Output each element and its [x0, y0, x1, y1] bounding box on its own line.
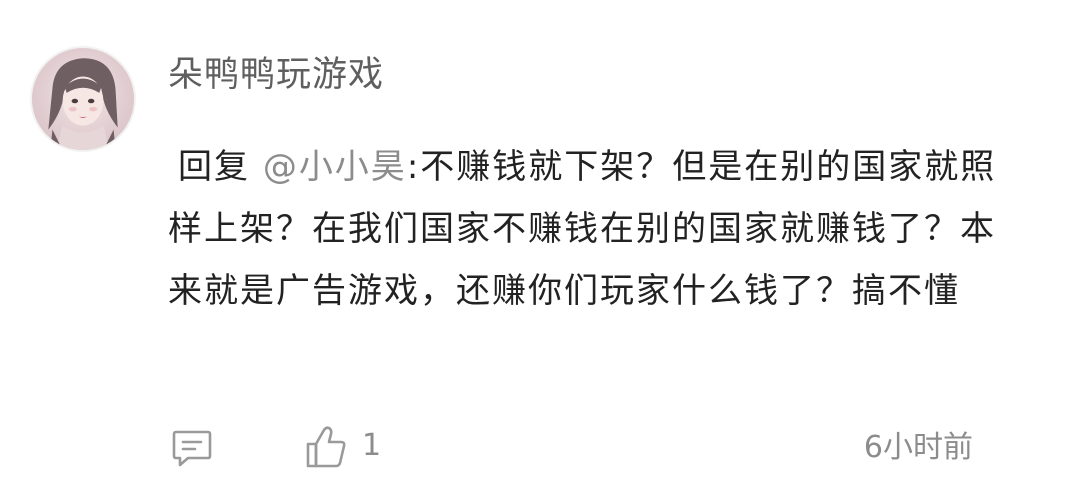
comment-actions: 1 6小时前 [0, 418, 1065, 478]
username[interactable]: 朵鸭鸭玩游戏 [168, 50, 384, 100]
like-count: 1 [362, 428, 382, 463]
thumbs-up-icon [306, 426, 346, 468]
reply-button[interactable] [170, 426, 214, 470]
comment-body: 回复 @小小昊:不赚钱就下架？但是在别的国家就照样上架？在我们国家不赚钱在别的国… [168, 136, 1028, 322]
comment-bubble-icon [172, 430, 212, 467]
like-button[interactable] [304, 424, 348, 470]
avatar[interactable] [30, 46, 136, 152]
reply-prefix: 回复 [178, 147, 263, 187]
mention-link[interactable]: @小小昊 [263, 147, 407, 187]
timestamp: 6小时前 [863, 430, 973, 465]
comment-item: 朵鸭鸭玩游戏 回复 @小小昊:不赚钱就下架？但是在别的国家就照样上架？在我们国家… [0, 0, 1065, 482]
avatar-image [32, 48, 134, 150]
